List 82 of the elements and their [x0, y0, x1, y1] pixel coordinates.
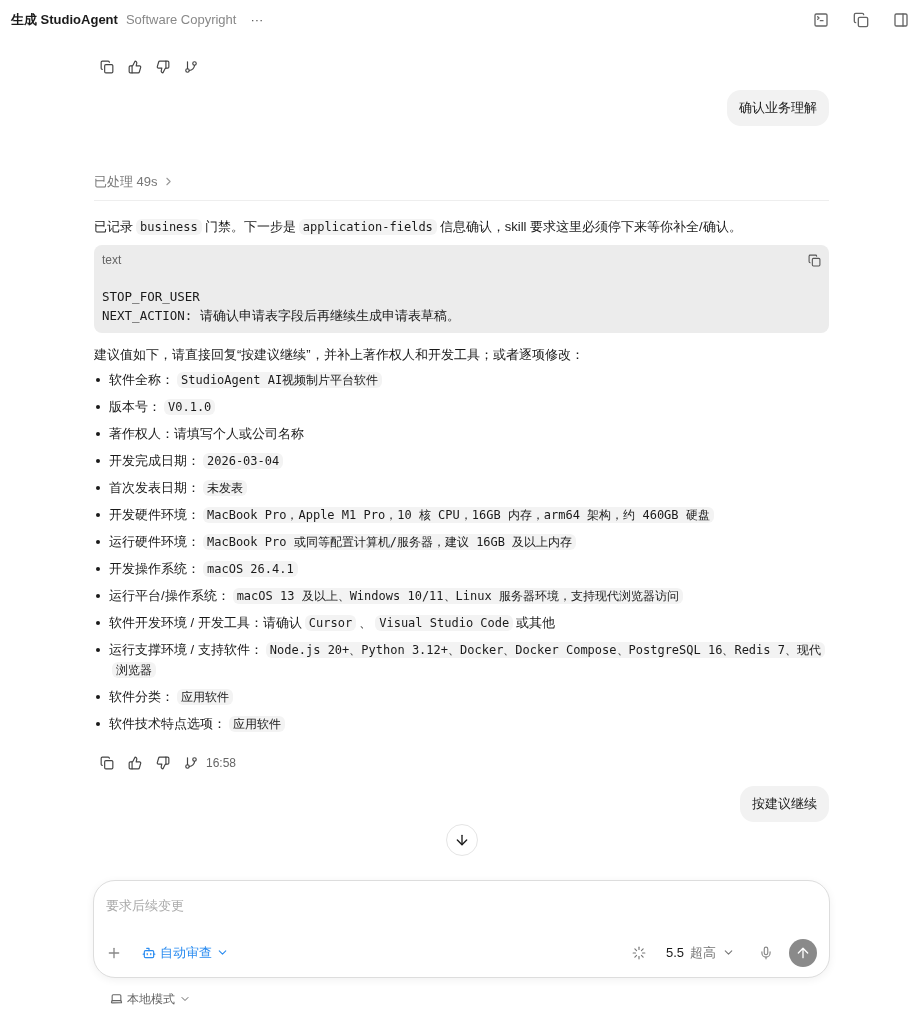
review-dropdown[interactable]: 自动审查: [142, 942, 229, 963]
bullet-icon: [96, 594, 100, 598]
item-label: 首次发表日期：: [109, 480, 200, 495]
copy-icon[interactable]: [100, 756, 114, 770]
bullet-icon: [96, 432, 100, 436]
laptop-icon: [110, 992, 123, 1005]
window-title: 生成 StudioAgent: [11, 11, 118, 30]
input-field[interactable]: 要求后续变更: [106, 895, 817, 915]
item-text: 请确认: [262, 615, 302, 630]
paragraph: 建议值如下，请直接回复“按建议继续”，并补上著作权人和开发工具；或者逐项修改：: [94, 346, 585, 364]
copy-icon[interactable]: [100, 60, 114, 74]
inline-code: 未发表: [203, 480, 247, 496]
window-subtitle: Software Copyright: [125, 11, 237, 30]
item-label: 版本号：: [109, 399, 161, 414]
thumbs-down-icon[interactable]: [156, 756, 170, 770]
inline-code: MacBook Pro 或同等配置计算机/服务器，建议 16GB 及以上内存: [203, 534, 577, 550]
item-label: 软件全称：: [109, 372, 174, 387]
item-label: 软件分类：: [109, 689, 174, 704]
inline-code: Cursor: [304, 615, 357, 631]
timestamp: 16:58: [206, 755, 237, 772]
item-label: 运行硬件环境：: [109, 534, 200, 549]
scroll-down-button[interactable]: [445, 823, 478, 856]
inline-code: 浏览器: [112, 662, 156, 678]
inline-code: 2026-03-04: [203, 453, 284, 469]
model-dropdown[interactable]: 5.5 超高: [665, 942, 735, 963]
bullet-icon: [96, 378, 100, 382]
code-language: text: [102, 252, 122, 269]
bullet-icon: [96, 540, 100, 544]
terminal-icon[interactable]: [813, 12, 829, 28]
processed-toggle[interactable]: 已处理 49s: [94, 171, 158, 191]
mode-dropdown[interactable]: 本地模式: [110, 989, 191, 1008]
user-message: 确认业务理解: [727, 90, 829, 126]
branch-icon[interactable]: [184, 756, 198, 770]
bullet-icon: [96, 486, 100, 490]
inline-code: V0.1.0: [164, 399, 216, 415]
bullet-icon: [96, 722, 100, 726]
panel-icon[interactable]: [893, 12, 909, 28]
bullet-icon: [96, 621, 100, 625]
item-label: 开发完成日期：: [109, 453, 200, 468]
item-label: 著作权人：: [109, 426, 174, 441]
inline-code: 应用软件: [177, 689, 233, 705]
bullet-icon: [96, 513, 100, 517]
item-label: 软件技术特点选项：: [109, 716, 226, 731]
inline-code: Node.js 20+、Python 3.12+、Docker、Docker Compose、PostgreSQL 16、Redis 7、现代: [265, 642, 825, 658]
bullet-icon: [96, 648, 100, 652]
bullet-icon: [96, 459, 100, 463]
item-text: 或其他: [516, 615, 556, 630]
inline-code: MacBook Pro，Apple M1 Pro，10 核 CPU，16GB 内存，arm64 架构，约 460GB 硬盘: [203, 507, 714, 523]
thumbs-up-icon[interactable]: [128, 60, 142, 74]
user-message: 按建议继续: [740, 786, 829, 822]
item-label: 运行平台/操作系统：: [109, 588, 230, 603]
inline-code: macOS 13 及以上、Windows 10/11、Linux 服务器环境，支持现代浏览器访问: [232, 588, 683, 604]
inline-code: macOS 26.4.1: [203, 561, 298, 577]
windows-icon[interactable]: [853, 12, 869, 28]
item-text: 、: [359, 615, 373, 630]
code-line: STOP_FOR_USER: [102, 288, 201, 306]
bullet-icon: [96, 695, 100, 699]
robot-icon: [142, 945, 156, 960]
item-label: 运行支撑环境 / 支持软件：: [109, 642, 263, 657]
item-text: 已记录: [94, 219, 133, 234]
code-line: NEXT_ACTION: 请确认申请表字段后再继续生成申请表草稿。: [102, 307, 461, 325]
item-text: 门禁。下一步是: [204, 219, 296, 234]
inline-code: business: [136, 219, 202, 235]
branch-icon[interactable]: [184, 60, 198, 74]
more-button[interactable]: ···: [250, 10, 264, 30]
inline-code: application-fields: [298, 219, 437, 235]
spinner-icon: [631, 945, 646, 960]
bullet-icon: [96, 567, 100, 571]
copy-icon[interactable]: [808, 253, 821, 267]
inline-code: Visual Studio Code: [375, 615, 514, 631]
inline-code: StudioAgent AI视频制片平台软件: [177, 372, 383, 388]
item-label: 开发操作系统：: [109, 561, 200, 576]
item-text: 信息确认，skill 要求这里必须停下来等你补全/确认。: [439, 219, 742, 234]
send-button[interactable]: [789, 938, 817, 967]
thumbs-up-icon[interactable]: [128, 756, 142, 770]
thumbs-down-icon[interactable]: [156, 60, 170, 74]
bullet-icon: [96, 405, 100, 409]
item-text: 请填写个人或公司名称: [174, 426, 304, 441]
inline-code: 应用软件: [229, 716, 285, 732]
mic-icon[interactable]: [759, 945, 773, 960]
item-label: 软件开发环境 / 开发工具：: [109, 615, 263, 630]
item-label: 开发硬件环境：: [109, 507, 200, 522]
